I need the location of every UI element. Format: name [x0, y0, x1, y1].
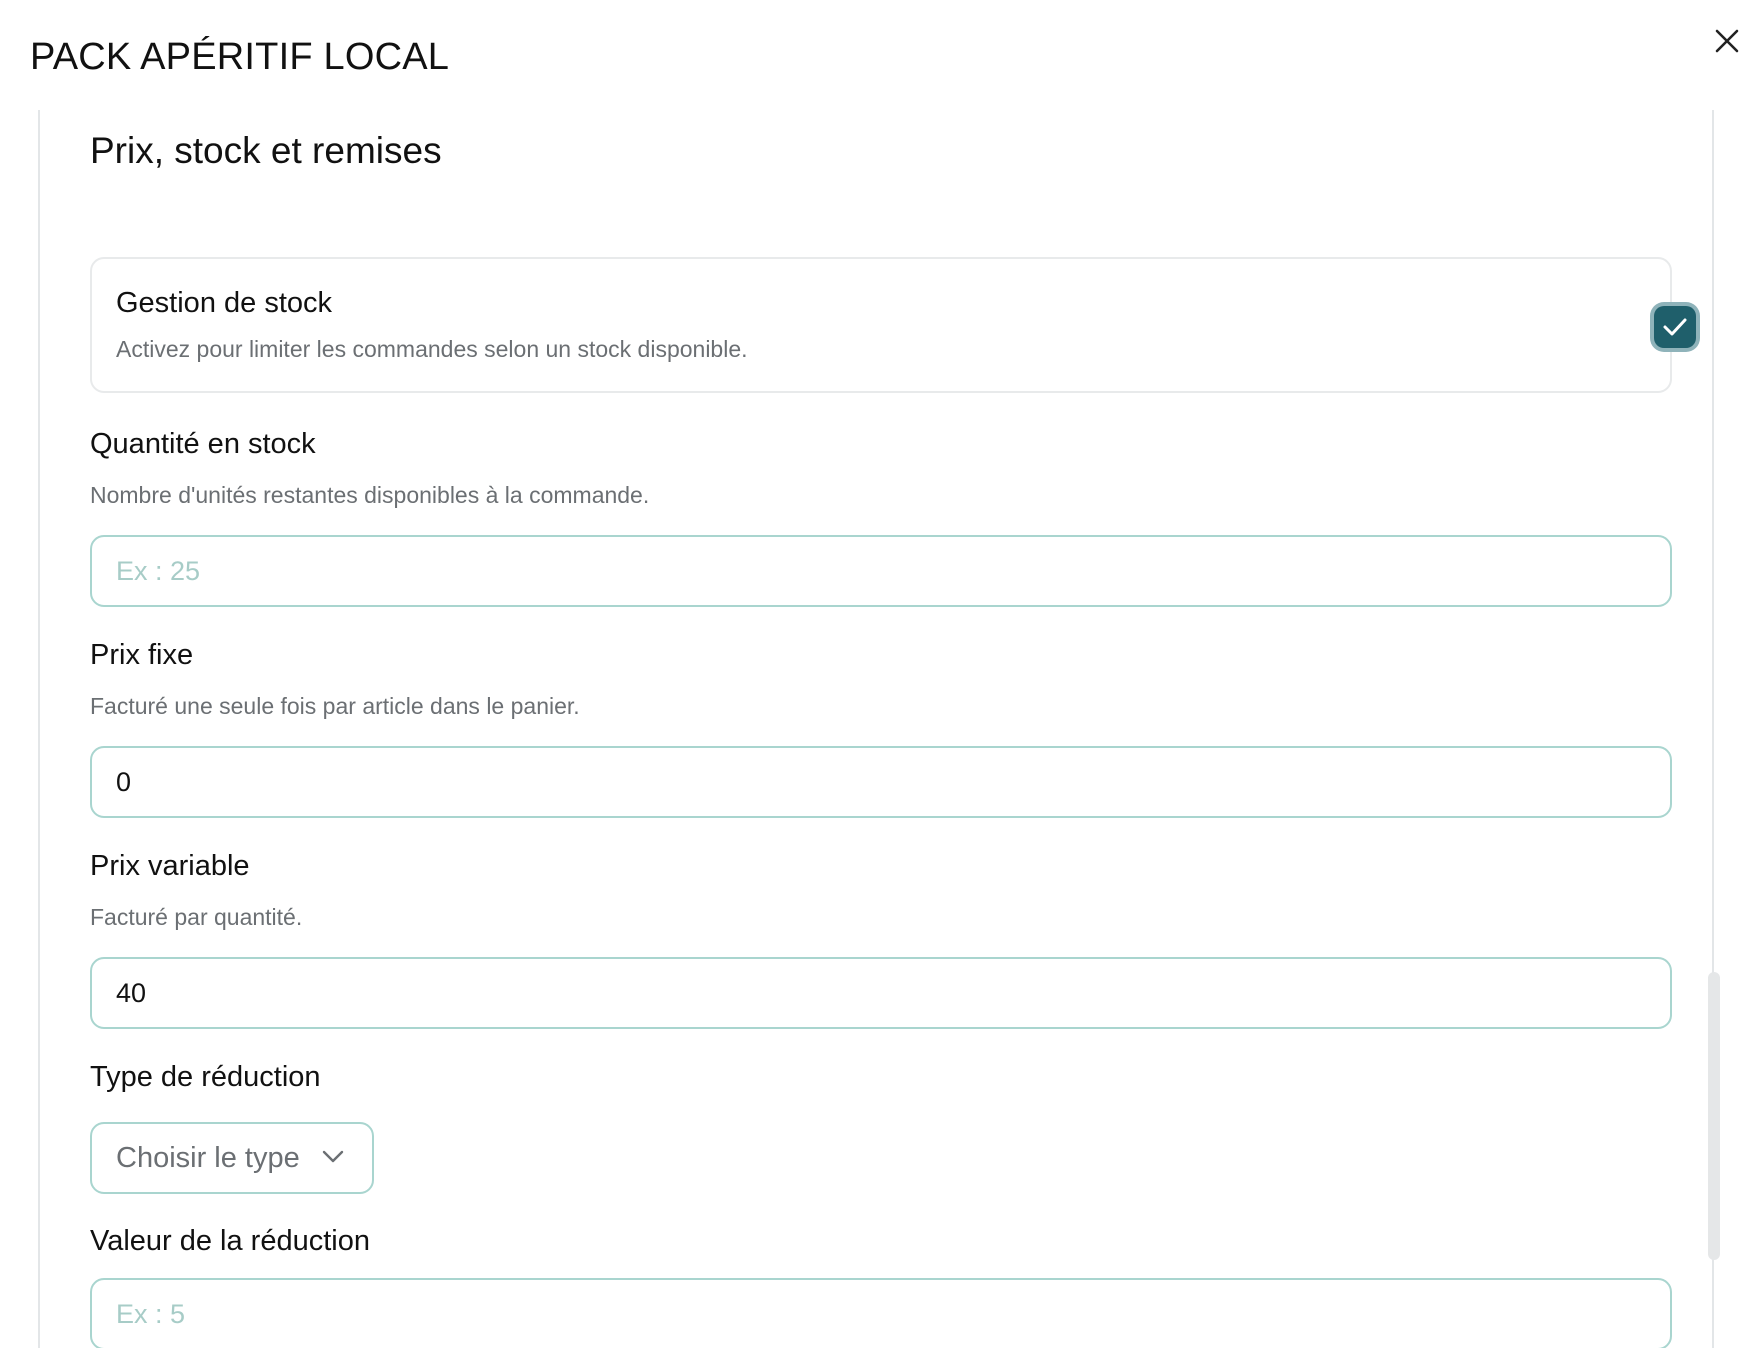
fixed-price-label: Prix fixe — [90, 639, 194, 671]
modal-body: Prix, stock et remises Gestion de stock … — [38, 110, 1714, 1348]
variable-price-help: Facturé par quantité. — [90, 904, 303, 930]
stock-management-checkbox[interactable] — [1654, 306, 1696, 348]
variable-price-input[interactable] — [90, 957, 1672, 1029]
product-edit-modal: PACK APÉRITIF LOCAL Prix, stock et remis… — [0, 0, 1756, 1348]
quantity-label: Quantité en stock — [90, 428, 316, 460]
fixed-price-help: Facturé une seule fois par article dans … — [90, 693, 580, 719]
variable-price-label: Prix variable — [90, 850, 250, 882]
quantity-help: Nombre d'unités restantes disponibles à … — [90, 482, 650, 508]
quantity-input[interactable] — [90, 535, 1672, 607]
discount-type-select[interactable]: Choisir le type — [90, 1122, 374, 1194]
fixed-price-input[interactable] — [90, 746, 1672, 818]
chevron-down-icon — [322, 1150, 344, 1163]
close-icon[interactable] — [1712, 26, 1742, 56]
checkmark-icon — [1663, 318, 1687, 336]
discount-type-selected: Choisir le type — [116, 1142, 300, 1174]
discount-value-input[interactable] — [90, 1278, 1672, 1348]
stock-management-description: Activez pour limiter les commandes selon… — [116, 336, 748, 362]
stock-management-title: Gestion de stock — [116, 287, 332, 319]
section-title: Prix, stock et remises — [90, 130, 442, 171]
modal-title: PACK APÉRITIF LOCAL — [30, 36, 450, 78]
discount-type-label: Type de réduction — [90, 1061, 321, 1093]
stock-management-card: Gestion de stock Activez pour limiter le… — [90, 257, 1696, 393]
discount-value-label: Valeur de la réduction — [90, 1225, 370, 1257]
scrollbar[interactable] — [1708, 972, 1720, 1260]
